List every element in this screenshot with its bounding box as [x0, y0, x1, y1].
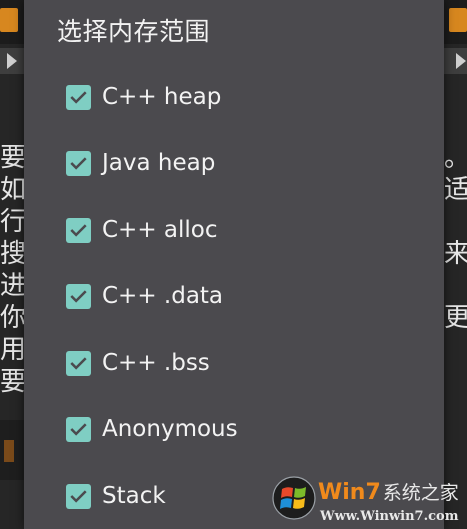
- dialog-title: 选择内存范围: [57, 17, 211, 46]
- toolbar-button-left: [0, 8, 18, 32]
- checkbox-checked-icon[interactable]: [66, 283, 91, 309]
- background-text-right: 。 适 来 更: [444, 142, 467, 334]
- background-text-line: 你: [0, 303, 24, 333]
- background-text-line: 更: [444, 303, 467, 333]
- background-text-line: 如: [0, 175, 24, 205]
- watermark: Win7 系统之家 Www.Winwin7.com: [270, 472, 467, 529]
- option-anonymous[interactable]: Anonymous: [66, 407, 426, 451]
- watermark-url: Www.Winwin7.com: [320, 509, 459, 524]
- background-text-line: 用: [0, 335, 24, 365]
- option-label: Java heap: [102, 150, 216, 176]
- background-thumbnail: [0, 420, 24, 480]
- background-thumbnail-mark: [4, 440, 14, 462]
- checkbox-checked-icon[interactable]: [66, 217, 91, 243]
- option-label: C++ .bss: [102, 350, 210, 376]
- background-text-line: 行: [0, 207, 24, 237]
- background-text-line: 进: [0, 271, 24, 301]
- checkbox-checked-icon[interactable]: [66, 483, 91, 509]
- background-text-line: 来: [444, 239, 467, 269]
- background-text-line: 要: [0, 367, 24, 397]
- background-text-line: 要: [0, 143, 24, 173]
- background-text-left: 要 如 行 搜 进 你 用 要: [0, 142, 24, 398]
- background-text-line: [444, 206, 467, 238]
- toolbar-button-right: [449, 8, 467, 32]
- option-cpp-heap[interactable]: C++ heap: [66, 75, 426, 119]
- watermark-title-part: 系统之家: [382, 482, 459, 504]
- play-icon: [7, 53, 17, 69]
- option-cpp-alloc[interactable]: C++ alloc: [66, 208, 426, 252]
- option-label: C++ heap: [102, 84, 222, 110]
- memory-range-dialog: 选择内存范围 C++ heap Java heap C++ alloc C++ …: [24, 0, 444, 529]
- background-text-line: 搜: [0, 239, 24, 269]
- background-text-line: [444, 270, 467, 302]
- option-label: Stack: [102, 483, 166, 509]
- option-label: Anonymous: [102, 416, 238, 442]
- option-cpp-bss[interactable]: C++ .bss: [66, 341, 426, 385]
- checkbox-checked-icon[interactable]: [66, 416, 91, 442]
- option-cpp-data[interactable]: C++ .data: [66, 274, 426, 318]
- background-text-line: 。: [444, 142, 467, 174]
- watermark-title-part: Win7: [318, 480, 381, 505]
- watermark-title: Win7 系统之家: [318, 478, 459, 505]
- option-label: C++ .data: [102, 283, 224, 309]
- background-text-line: 适: [444, 175, 467, 205]
- checkbox-checked-icon[interactable]: [66, 150, 91, 176]
- option-label: C++ alloc: [102, 217, 218, 243]
- checkbox-checked-icon[interactable]: [66, 84, 91, 110]
- option-java-heap[interactable]: Java heap: [66, 141, 426, 185]
- checkbox-checked-icon[interactable]: [66, 350, 91, 376]
- play-icon-right: [456, 53, 466, 69]
- windows-logo-icon: [272, 476, 316, 520]
